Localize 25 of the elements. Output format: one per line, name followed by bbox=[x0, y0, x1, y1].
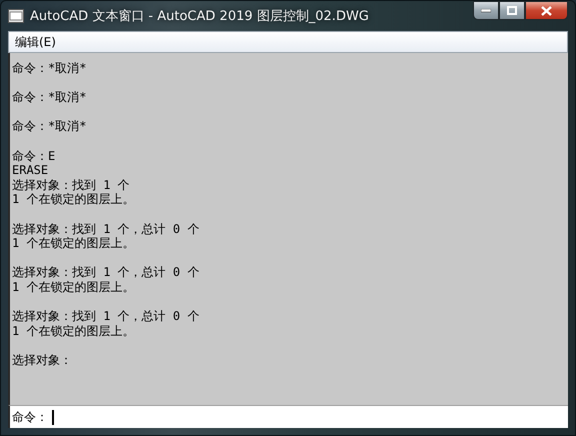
history-line: 1 个在锁定的图层上。 bbox=[12, 280, 136, 294]
menu-item[interactable]: 编辑(E) bbox=[15, 34, 56, 50]
command-field[interactable]: 命令： bbox=[8, 405, 568, 428]
maximize-button[interactable] bbox=[499, 1, 525, 20]
window-icon bbox=[8, 9, 24, 23]
history-line: 1 个在锁定的图层上。 bbox=[12, 192, 136, 207]
history-line: 命令：E bbox=[12, 148, 56, 164]
close-icon bbox=[541, 6, 552, 16]
history-line: 1 个在锁定的图层上。 bbox=[12, 236, 136, 251]
history-line: 选择对象： bbox=[12, 352, 73, 368]
history-line: 选择对象：找到 1 个，总计 0 个 bbox=[12, 265, 200, 280]
history-line: ERASE bbox=[12, 163, 50, 178]
history-line: 命令：*取消* bbox=[12, 119, 88, 134]
minimize-icon bbox=[481, 8, 491, 12]
history-line: 命令：*取消* bbox=[12, 90, 88, 105]
close-button[interactable] bbox=[525, 1, 568, 20]
history-line: 选择对象：找到 1 个，总计 0 个 bbox=[12, 222, 200, 236]
minimize-button[interactable] bbox=[473, 1, 499, 20]
history-line: 1 个在锁定的图层上。 bbox=[12, 324, 136, 338]
text-cursor bbox=[52, 410, 54, 424]
maximize-icon bbox=[507, 6, 517, 15]
window-title: AutoCAD 文本窗口 - AutoCAD 2019 图层控制_02.DWG bbox=[30, 8, 370, 25]
history-line: 选择对象：找到 1 个 bbox=[12, 178, 131, 192]
history-line: 命令：*取消* bbox=[12, 61, 88, 76]
history-line: 选择对象：找到 1 个，总计 0 个 bbox=[12, 309, 200, 324]
